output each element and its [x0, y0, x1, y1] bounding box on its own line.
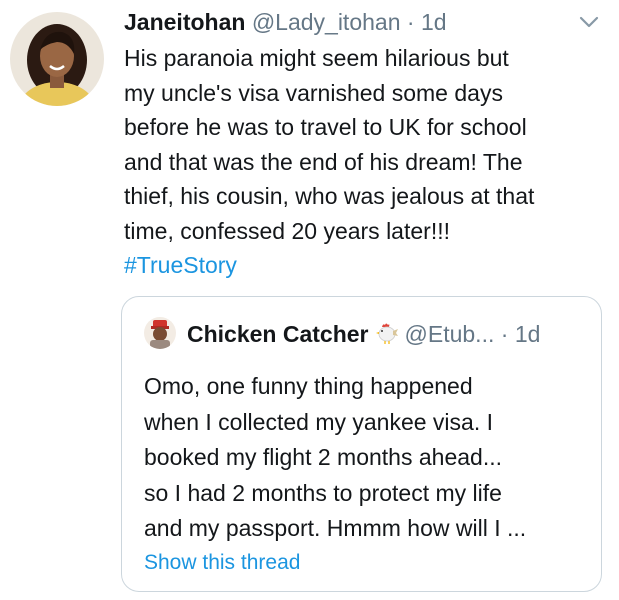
quoted-text-line: when I collected my yankee visa. I [144, 408, 493, 435]
quoted-text-line: booked my flight 2 months ahead... [144, 444, 502, 470]
tweet-header: Janeitohan @Lady_itohan · 1d [124, 6, 447, 38]
tweet-text-line: time, confessed 20 years later!!! [124, 217, 450, 244]
tweet-text: His paranoia might seem hilarious but my… [124, 41, 614, 283]
quoted-text-line: so I had 2 months to protect my life [144, 479, 502, 506]
show-thread-link[interactable]: Show this thread [144, 549, 300, 577]
quoted-tweet-header: Chicken Catcher @Etub... · 1d [187, 319, 540, 349]
quoted-author-name[interactable]: Chicken Catcher [187, 321, 369, 347]
quoted-tweet-text: Omo, one funny thing happened when I col… [144, 369, 594, 547]
author-handle[interactable]: @Lady_itohan [252, 9, 401, 35]
tweet-text-line: my uncle's visa varnished some days [124, 79, 503, 106]
tweet-text-line: before he was to travel to UK for school [124, 114, 527, 140]
quoted-text-line: and my passport. Hmmm how will I ... [144, 515, 527, 541]
chevron-down-icon [579, 16, 599, 28]
author-avatar[interactable] [10, 12, 104, 106]
avatar-photo [10, 12, 104, 106]
quoted-tweet-card[interactable]: Chicken Catcher @Etub... · 1d Omo, one f… [121, 296, 602, 592]
tweet-text-line: and that was the end of his dream! The [124, 148, 523, 175]
quoted-author-handle[interactable]: @Etub... [405, 321, 495, 347]
quoted-meta-separator: · [500, 321, 509, 347]
meta-separator: · [406, 9, 415, 35]
quoted-author-avatar [144, 317, 176, 349]
hashtag-link[interactable]: #TrueStory [124, 248, 614, 283]
quoted-avatar-photo [144, 317, 176, 349]
author-name[interactable]: Janeitohan [124, 9, 245, 35]
tweet-text-line: thief, his cousin, who was jealous at th… [124, 183, 535, 209]
quoted-tweet-time[interactable]: 1d [515, 321, 541, 347]
tweet-time[interactable]: 1d [421, 9, 447, 35]
tweet-menu-button[interactable] [578, 14, 600, 30]
rooster-emoji-icon [375, 323, 398, 344]
tweet-text-line: His paranoia might seem hilarious but [124, 45, 509, 71]
quoted-text-line: Omo, one funny thing happened [144, 373, 473, 399]
